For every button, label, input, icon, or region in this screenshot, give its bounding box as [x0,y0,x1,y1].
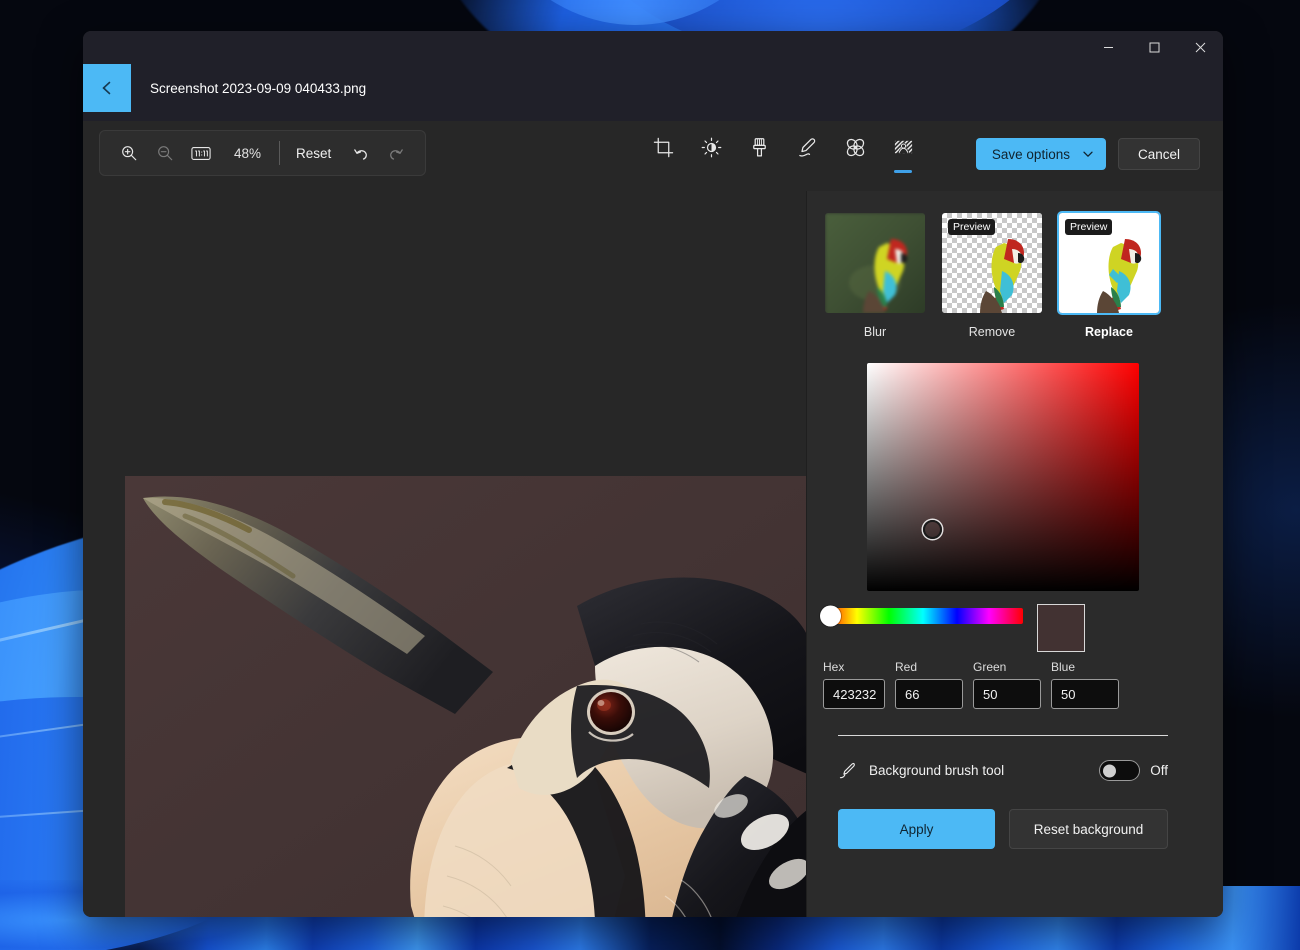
selected-color-swatch [1037,604,1085,652]
hue-slider[interactable] [823,608,1023,624]
apply-button[interactable]: Apply [838,809,995,849]
reset-zoom-button[interactable]: Reset [286,140,341,167]
zoom-in-icon [120,144,138,162]
blue-field-group: Blue 50 [1051,660,1119,709]
adjust-tool-button[interactable] [694,133,728,173]
actual-size-button[interactable] [184,136,218,170]
close-button[interactable] [1177,31,1223,64]
background-tool-button[interactable] [886,133,920,173]
red-label: Red [895,660,963,674]
hex-label: Hex [823,660,885,674]
blend-icon [845,137,866,158]
window-title-bar [83,31,1223,64]
background-brush-row: Background brush tool Off [838,760,1168,781]
green-field-group: Green 50 [973,660,1041,709]
redo-icon [387,144,406,163]
eraser-tool-button[interactable] [838,133,872,173]
zoom-controls-group: 48% Reset [99,130,426,176]
redo-button[interactable] [379,136,413,170]
blue-label: Blue [1051,660,1119,674]
pen-icon [797,137,818,158]
preview-badge: Preview [1065,219,1112,235]
green-input[interactable]: 50 [973,679,1041,709]
photos-editor-window: Screenshot 2023-09-09 040433.png [83,31,1223,917]
color-gradient-picker[interactable] [867,363,1139,591]
crop-icon [653,137,674,158]
zoom-out-icon [156,144,174,162]
green-label: Green [973,660,1041,674]
back-arrow-icon [97,78,117,98]
blur-thumbnail[interactable] [823,211,927,315]
red-field-group: Red 66 [895,660,963,709]
reset-background-button[interactable]: Reset background [1009,809,1168,849]
parrot-thumb-blur [825,213,927,315]
replace-thumbnail[interactable]: Preview [1057,211,1161,315]
blue-input[interactable]: 50 [1051,679,1119,709]
toggle-state-label: Off [1150,763,1168,778]
editor-actions-group: Save options Cancel [976,138,1200,170]
one-to-one-icon [191,146,211,161]
hue-and-swatch-row [823,604,1183,652]
color-value-fields: Hex 423232 Red 66 Green 50 Blue [823,660,1183,709]
hue-slider-handle[interactable] [820,606,841,627]
toolbar-separator [279,141,280,165]
editing-tools-group [646,133,920,173]
pen-tool-button[interactable] [790,133,824,173]
zoom-out-button[interactable] [148,136,182,170]
chevron-down-icon [1082,148,1094,160]
color-picker-handle[interactable] [923,520,942,539]
background-mode-list: Blur Preview [823,199,1183,339]
brightness-icon [701,137,722,158]
remove-thumbnail[interactable]: Preview [940,211,1044,315]
editor-header: Screenshot 2023-09-09 040433.png [83,64,1223,121]
zoom-in-button[interactable] [112,136,146,170]
blur-label: Blur [864,325,886,339]
background-icon [893,137,914,158]
zoom-level-label: 48% [220,146,273,161]
background-options-panel: Blur Preview [806,191,1223,917]
file-name-label: Screenshot 2023-09-09 040433.png [150,81,366,96]
background-brush-label: Background brush tool [869,763,1099,778]
image-canvas-area[interactable] [83,191,806,917]
undo-button[interactable] [343,136,377,170]
desktop-wallpaper: Screenshot 2023-09-09 040433.png [0,0,1300,950]
remove-label: Remove [969,325,1016,339]
save-options-button[interactable]: Save options [976,138,1106,170]
red-input[interactable]: 66 [895,679,963,709]
editor-toolbar: 48% Reset [83,121,1223,191]
woodpecker-image [125,476,812,917]
minimize-button[interactable] [1085,31,1131,64]
crop-tool-button[interactable] [646,133,680,173]
background-mode-remove[interactable]: Preview [940,211,1044,339]
undo-icon [351,144,370,163]
editor-body: Blur Preview [83,191,1223,917]
background-mode-replace[interactable]: Preview [1057,211,1161,339]
paintbrush-icon [838,761,857,780]
panel-divider [838,735,1168,736]
edited-photo[interactable] [125,476,812,917]
marker-tool-button[interactable] [742,133,776,173]
toggle-knob [1103,764,1116,777]
maximize-button[interactable] [1131,31,1177,64]
back-button[interactable] [83,64,131,112]
background-brush-toggle[interactable] [1099,760,1140,781]
background-mode-blur[interactable]: Blur [823,211,927,339]
wallpaper-bloom-top-c [470,0,800,25]
replace-label: Replace [1085,325,1133,339]
hex-field-group: Hex 423232 [823,660,885,709]
save-options-label: Save options [992,147,1070,162]
hex-input[interactable]: 423232 [823,679,885,709]
cancel-button[interactable]: Cancel [1118,138,1200,170]
panel-footer-buttons: Apply Reset background [838,809,1168,849]
preview-badge: Preview [948,219,995,235]
marker-icon [749,137,770,158]
